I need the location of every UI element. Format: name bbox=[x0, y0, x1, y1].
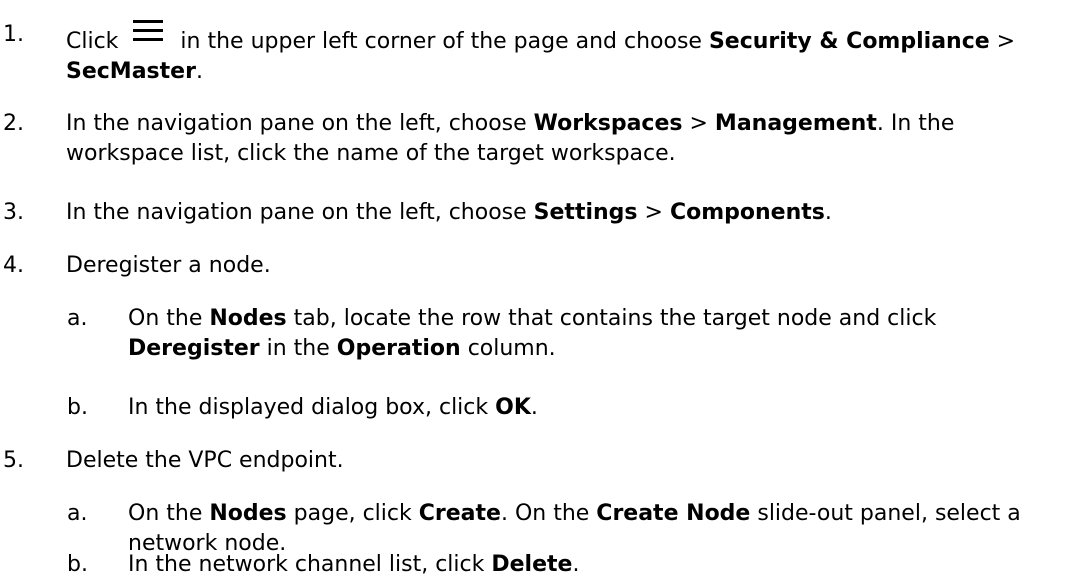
menu-icon bbox=[133, 20, 164, 44]
substep-text: In the network channel list, click Delet… bbox=[128, 552, 580, 577]
menu-path-security-compliance: Security & Compliance bbox=[708, 29, 990, 54]
menu-path-settings: Settings bbox=[533, 200, 638, 225]
procedure-document: 1. Click in the upper left corner of the… bbox=[0, 0, 1072, 579]
step-text: In the navigation pane on the left, choo… bbox=[66, 200, 832, 225]
step-number: 4. bbox=[3, 253, 24, 278]
substep-text: On the Nodes tab, locate the row that co… bbox=[128, 306, 937, 361]
step-number: 3. bbox=[3, 200, 24, 225]
substep-text: In the displayed dialog box, click OK. bbox=[128, 395, 538, 420]
step-text: In the navigation pane on the left, choo… bbox=[66, 111, 955, 166]
substep-letter: b. bbox=[67, 552, 88, 577]
menu-path-secmaster: SecMaster bbox=[66, 59, 196, 84]
step-text: Deregister a node. bbox=[66, 253, 271, 278]
menu-path-components: Components bbox=[669, 200, 825, 225]
ui-label-operation: Operation bbox=[336, 336, 461, 361]
ui-label-create-node: Create Node bbox=[596, 501, 751, 526]
step-text: Click in the upper left corner of the pa… bbox=[66, 20, 1066, 87]
step-number: 1. bbox=[3, 22, 24, 47]
substep-letter: a. bbox=[67, 306, 88, 331]
substep-letter: a. bbox=[67, 501, 88, 526]
ui-label-nodes: Nodes bbox=[209, 306, 287, 331]
menu-path-management: Management bbox=[714, 111, 877, 136]
ui-label-deregister: Deregister bbox=[128, 336, 260, 361]
ui-label-delete: Delete bbox=[491, 552, 573, 577]
ui-label-nodes: Nodes bbox=[209, 501, 287, 526]
ui-label-ok: OK bbox=[495, 395, 531, 420]
ui-label-create: Create bbox=[418, 501, 501, 526]
menu-path-workspaces: Workspaces bbox=[533, 111, 683, 136]
substep-letter: b. bbox=[67, 395, 88, 420]
step-number: 5. bbox=[3, 448, 24, 473]
step-number: 2. bbox=[3, 111, 24, 136]
step-text: Delete the VPC endpoint. bbox=[66, 448, 344, 473]
